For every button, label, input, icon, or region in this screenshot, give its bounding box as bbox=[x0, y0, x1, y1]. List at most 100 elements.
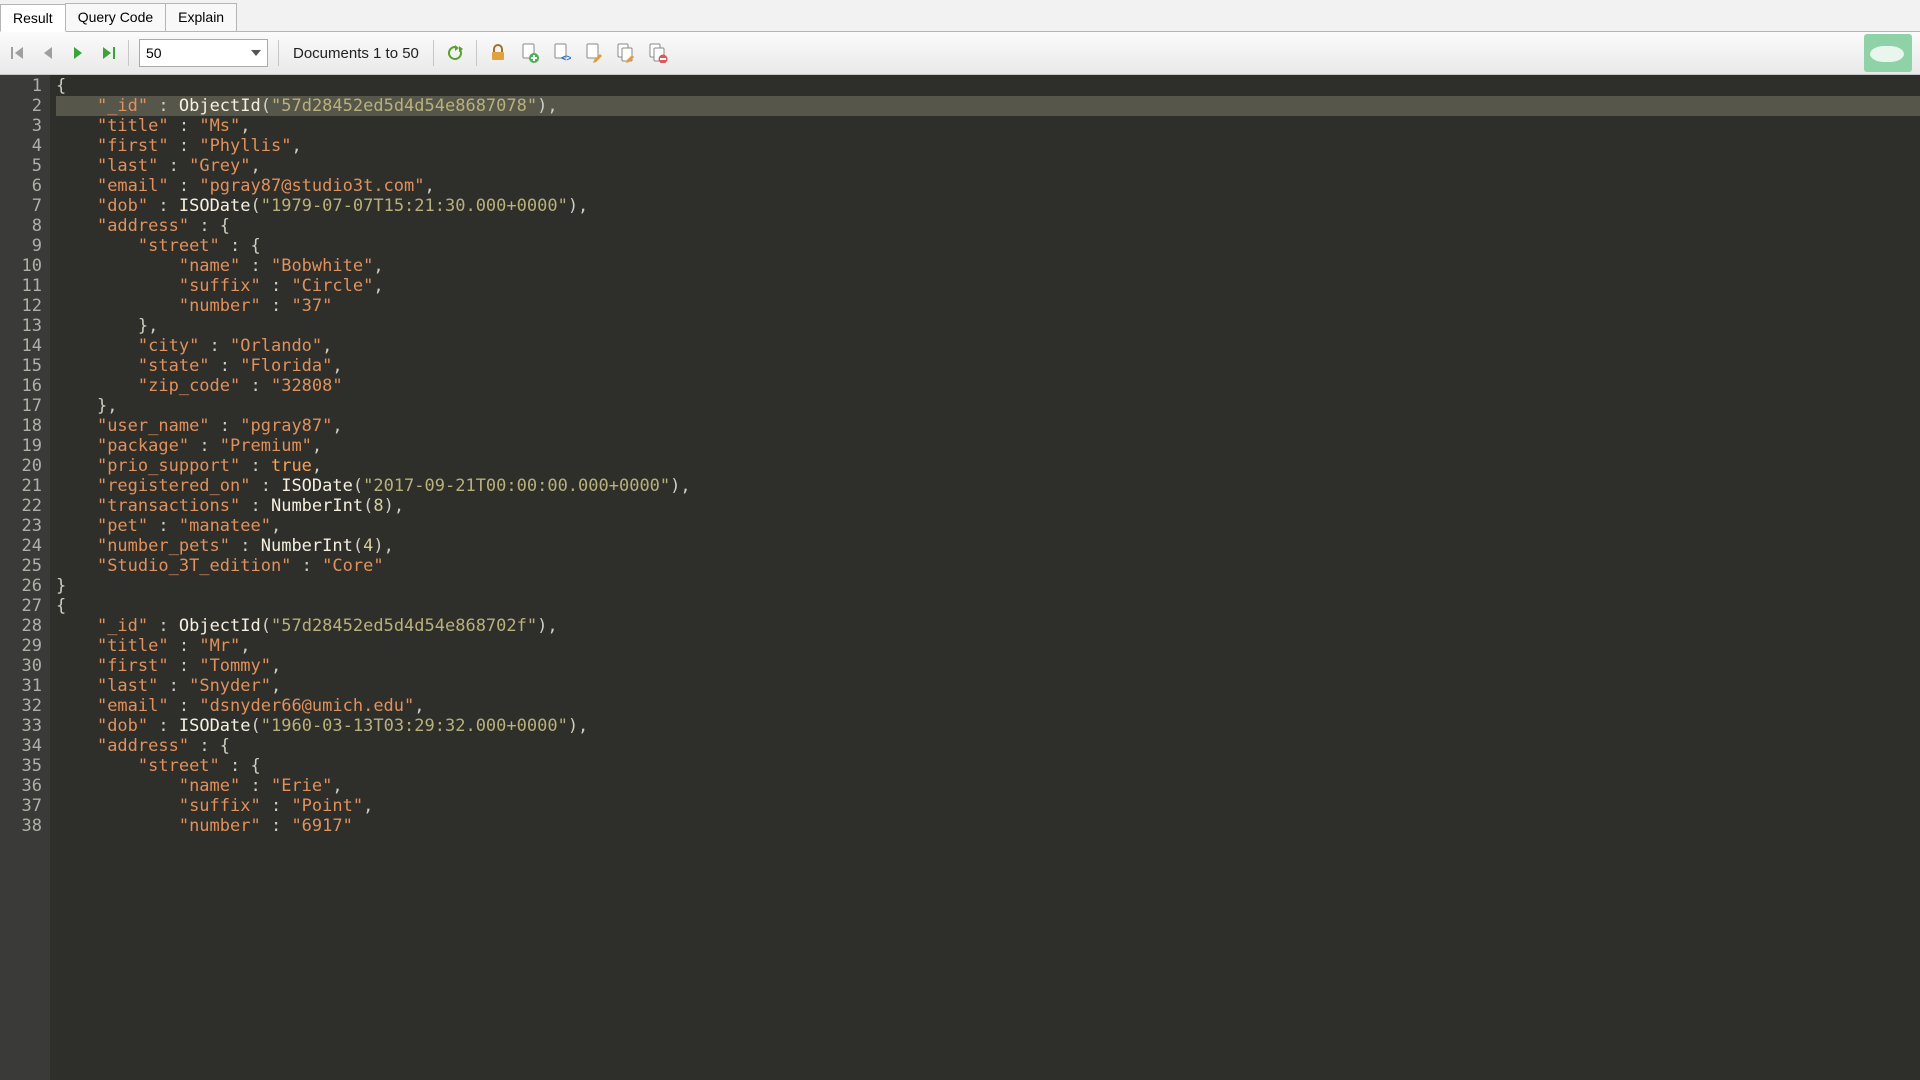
code-line[interactable]: "city" : "Orlando", bbox=[56, 336, 1920, 356]
line-number: 10 bbox=[6, 256, 42, 276]
code-line[interactable]: } bbox=[56, 576, 1920, 596]
code-line[interactable]: "title" : "Mr", bbox=[56, 636, 1920, 656]
code-line[interactable]: "zip_code" : "32808" bbox=[56, 376, 1920, 396]
line-number: 27 bbox=[6, 596, 42, 616]
line-number: 23 bbox=[6, 516, 42, 536]
separator bbox=[476, 40, 477, 66]
tab-query-code[interactable]: Query Code bbox=[65, 3, 166, 31]
code-line[interactable]: "first" : "Phyllis", bbox=[56, 136, 1920, 156]
code-line[interactable]: "state" : "Florida", bbox=[56, 356, 1920, 376]
line-number: 4 bbox=[6, 136, 42, 156]
line-number: 37 bbox=[6, 796, 42, 816]
code-line[interactable]: "Studio_3T_edition" : "Core" bbox=[56, 556, 1920, 576]
svg-text:<>: <> bbox=[561, 53, 571, 63]
code-line[interactable]: { bbox=[56, 596, 1920, 616]
code-line[interactable]: "transactions" : NumberInt(8), bbox=[56, 496, 1920, 516]
code-line[interactable]: "dob" : ISODate("1960-03-13T03:29:32.000… bbox=[56, 716, 1920, 736]
code-area[interactable]: { "_id" : ObjectId("57d28452ed5d4d54e868… bbox=[50, 75, 1920, 1080]
code-line[interactable]: "number_pets" : NumberInt(4), bbox=[56, 536, 1920, 556]
code-line[interactable]: "email" : "dsnyder66@umich.edu", bbox=[56, 696, 1920, 716]
line-number: 15 bbox=[6, 356, 42, 376]
code-line[interactable]: "address" : { bbox=[56, 736, 1920, 756]
line-number: 12 bbox=[6, 296, 42, 316]
code-line[interactable]: "suffix" : "Point", bbox=[56, 796, 1920, 816]
code-line[interactable]: "user_name" : "pgray87", bbox=[56, 416, 1920, 436]
code-line[interactable]: { bbox=[56, 76, 1920, 96]
doc-edit-icon[interactable] bbox=[583, 42, 605, 64]
refresh-icon[interactable] bbox=[444, 42, 466, 64]
code-line[interactable]: "title" : "Ms", bbox=[56, 116, 1920, 136]
line-number: 11 bbox=[6, 276, 42, 296]
studio3t-logo bbox=[1864, 34, 1912, 72]
line-number: 32 bbox=[6, 696, 42, 716]
line-number: 30 bbox=[6, 656, 42, 676]
code-line[interactable]: "pet" : "manatee", bbox=[56, 516, 1920, 536]
code-line[interactable]: "street" : { bbox=[56, 236, 1920, 256]
line-number: 34 bbox=[6, 736, 42, 756]
line-number: 29 bbox=[6, 636, 42, 656]
documents-range-label: Documents 1 to 50 bbox=[289, 45, 423, 62]
code-line[interactable]: "prio_support" : true, bbox=[56, 456, 1920, 476]
code-line[interactable]: "address" : { bbox=[56, 216, 1920, 236]
line-number: 36 bbox=[6, 776, 42, 796]
page-size-value: 50 bbox=[146, 45, 162, 61]
line-gutter: 1234567891011121314151617181920212223242… bbox=[0, 75, 50, 1080]
code-line[interactable]: "registered_on" : ISODate("2017-09-21T00… bbox=[56, 476, 1920, 496]
json-editor[interactable]: 1234567891011121314151617181920212223242… bbox=[0, 75, 1920, 1080]
line-number: 22 bbox=[6, 496, 42, 516]
code-line[interactable]: "name" : "Bobwhite", bbox=[56, 256, 1920, 276]
line-number: 8 bbox=[6, 216, 42, 236]
line-number: 38 bbox=[6, 816, 42, 836]
doc-copy-icon[interactable] bbox=[615, 42, 637, 64]
doc-delete-icon[interactable] bbox=[647, 42, 669, 64]
line-number: 5 bbox=[6, 156, 42, 176]
line-number: 28 bbox=[6, 616, 42, 636]
line-number: 31 bbox=[6, 676, 42, 696]
code-line[interactable]: "street" : { bbox=[56, 756, 1920, 776]
line-number: 24 bbox=[6, 536, 42, 556]
code-line[interactable]: "first" : "Tommy", bbox=[56, 656, 1920, 676]
separator bbox=[128, 40, 129, 66]
doc-add-icon[interactable] bbox=[519, 42, 541, 64]
last-page-icon[interactable] bbox=[98, 43, 118, 63]
chevron-down-icon bbox=[251, 50, 261, 56]
line-number: 33 bbox=[6, 716, 42, 736]
code-line[interactable]: "last" : "Snyder", bbox=[56, 676, 1920, 696]
line-number: 16 bbox=[6, 376, 42, 396]
next-page-icon[interactable] bbox=[68, 43, 88, 63]
code-line[interactable]: "dob" : ISODate("1979-07-07T15:21:30.000… bbox=[56, 196, 1920, 216]
line-number: 14 bbox=[6, 336, 42, 356]
line-number: 17 bbox=[6, 396, 42, 416]
first-page-icon[interactable] bbox=[8, 43, 28, 63]
code-line[interactable]: "last" : "Grey", bbox=[56, 156, 1920, 176]
doc-diff-icon[interactable]: <> bbox=[551, 42, 573, 64]
line-number: 35 bbox=[6, 756, 42, 776]
code-line[interactable]: "_id" : ObjectId("57d28452ed5d4d54e86870… bbox=[56, 96, 1920, 116]
line-number: 1 bbox=[6, 76, 42, 96]
line-number: 3 bbox=[6, 116, 42, 136]
line-number: 7 bbox=[6, 196, 42, 216]
page-size-select[interactable]: 50 bbox=[139, 39, 268, 67]
line-number: 26 bbox=[6, 576, 42, 596]
code-line[interactable]: "suffix" : "Circle", bbox=[56, 276, 1920, 296]
code-line[interactable]: "_id" : ObjectId("57d28452ed5d4d54e86870… bbox=[56, 616, 1920, 636]
lock-icon[interactable] bbox=[487, 42, 509, 64]
prev-page-icon[interactable] bbox=[38, 43, 58, 63]
separator bbox=[278, 40, 279, 66]
code-line[interactable]: }, bbox=[56, 316, 1920, 336]
separator bbox=[433, 40, 434, 66]
line-number: 2 bbox=[6, 96, 42, 116]
tab-explain[interactable]: Explain bbox=[165, 3, 237, 31]
tab-result[interactable]: Result bbox=[0, 4, 66, 32]
code-line[interactable]: "name" : "Erie", bbox=[56, 776, 1920, 796]
code-line[interactable]: "number" : "6917" bbox=[56, 816, 1920, 836]
code-line[interactable]: "number" : "37" bbox=[56, 296, 1920, 316]
line-number: 18 bbox=[6, 416, 42, 436]
code-line[interactable]: "email" : "pgray87@studio3t.com", bbox=[56, 176, 1920, 196]
code-line[interactable]: "package" : "Premium", bbox=[56, 436, 1920, 456]
line-number: 19 bbox=[6, 436, 42, 456]
result-tabs: Result Query Code Explain bbox=[0, 0, 1920, 32]
code-line[interactable]: }, bbox=[56, 396, 1920, 416]
line-number: 25 bbox=[6, 556, 42, 576]
line-number: 20 bbox=[6, 456, 42, 476]
